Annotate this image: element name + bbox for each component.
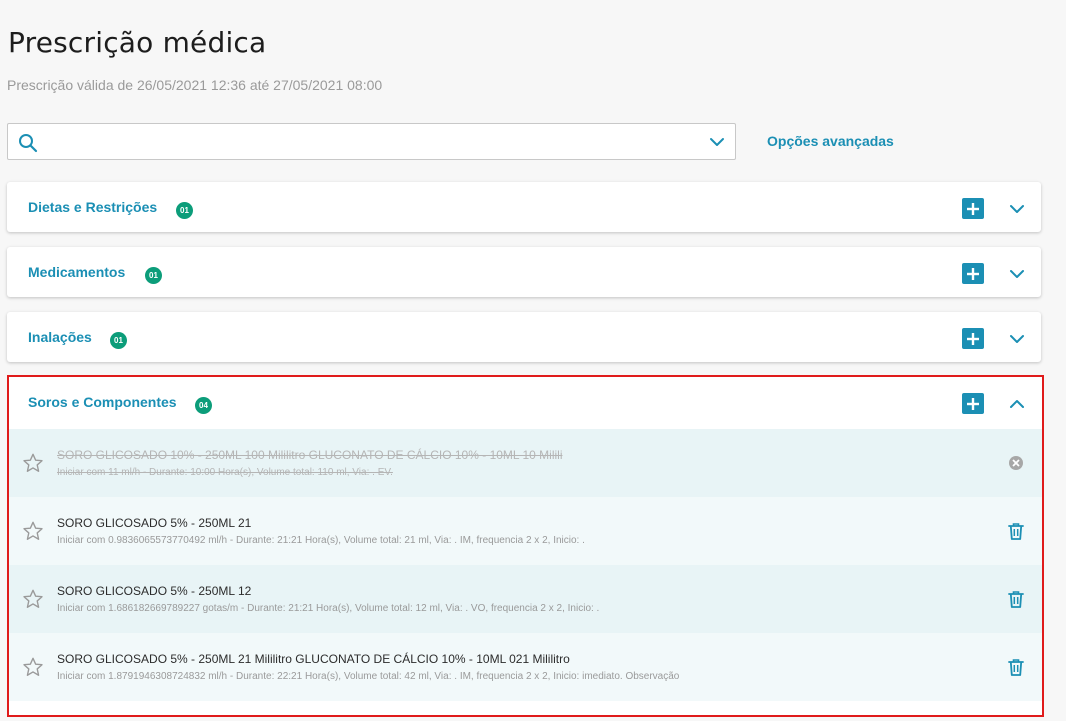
star-icon[interactable] bbox=[22, 452, 44, 474]
prescription-page: Prescrição médica Prescrição válida de 2… bbox=[0, 0, 1066, 721]
prescription-validity: Prescrição válida de 26/05/2021 12:36 at… bbox=[7, 77, 383, 93]
trash-icon[interactable] bbox=[1006, 521, 1026, 541]
item-detail: Iniciar com 11 ml/h - Durante: 10:00 Hor… bbox=[57, 467, 393, 478]
plus-icon bbox=[967, 203, 979, 215]
plus-icon bbox=[967, 398, 979, 410]
section-title: Dietas e Restrições bbox=[28, 199, 158, 215]
section-dietas[interactable]: Dietas e Restrições 01 bbox=[7, 182, 1041, 232]
star-icon[interactable] bbox=[22, 588, 44, 610]
section-title: Medicamentos bbox=[28, 264, 126, 280]
chevron-down-icon[interactable] bbox=[709, 135, 725, 149]
star-icon[interactable] bbox=[22, 656, 44, 678]
item-detail: Iniciar com 1.8791946308724832 ml/h - Du… bbox=[57, 671, 680, 682]
page-title: Prescrição médica bbox=[8, 26, 267, 59]
search-box[interactable] bbox=[7, 123, 736, 160]
star-icon[interactable] bbox=[22, 520, 44, 542]
section-title: Inalações bbox=[28, 329, 92, 345]
add-button[interactable] bbox=[962, 263, 984, 284]
trash-icon[interactable] bbox=[1006, 589, 1026, 609]
count-badge: 01 bbox=[110, 332, 127, 349]
plus-icon bbox=[967, 268, 979, 280]
section-soros-componentes: Soros e Componentes 04 SORO GLICOSADO 10… bbox=[7, 375, 1044, 717]
trash-icon[interactable] bbox=[1006, 657, 1026, 677]
chevron-down-icon[interactable] bbox=[1009, 203, 1025, 215]
section-inalacoes[interactable]: Inalações 01 bbox=[7, 312, 1041, 362]
item-detail: Iniciar com 0.9836065573770492 ml/h - Du… bbox=[57, 535, 585, 546]
list-item[interactable]: SORO GLICOSADO 10% - 250ML 100 Mililitro… bbox=[9, 429, 1042, 497]
item-title: SORO GLICOSADO 5% - 250ML 21 bbox=[57, 516, 252, 530]
item-detail: Iniciar com 1.686182669789227 gotas/m - … bbox=[57, 603, 600, 614]
section-title[interactable]: Soros e Componentes bbox=[28, 394, 177, 410]
item-title: SORO GLICOSADO 10% - 250ML 100 Mililitro… bbox=[57, 448, 563, 462]
chevron-down-icon[interactable] bbox=[1009, 333, 1025, 345]
add-button[interactable] bbox=[962, 198, 984, 219]
close-circle-icon[interactable] bbox=[1006, 453, 1026, 473]
item-title: SORO GLICOSADO 5% - 250ML 12 bbox=[57, 584, 252, 598]
add-button[interactable] bbox=[962, 328, 984, 349]
list-item[interactable]: SORO GLICOSADO 5% - 250ML 21 Iniciar com… bbox=[9, 497, 1042, 565]
search-input[interactable] bbox=[46, 130, 690, 156]
add-button[interactable] bbox=[962, 393, 984, 414]
search-icon bbox=[19, 134, 38, 153]
chevron-down-icon[interactable] bbox=[1009, 268, 1025, 280]
advanced-options-link[interactable]: Opções avançadas bbox=[767, 133, 894, 149]
chevron-up-icon[interactable] bbox=[1009, 398, 1025, 410]
plus-icon bbox=[967, 333, 979, 345]
section-medicamentos[interactable]: Medicamentos 01 bbox=[7, 247, 1041, 297]
item-title: SORO GLICOSADO 5% - 250ML 21 Mililitro G… bbox=[57, 652, 570, 666]
count-badge: 01 bbox=[145, 267, 162, 284]
list-item[interactable]: SORO GLICOSADO 5% - 250ML 21 Mililitro G… bbox=[9, 633, 1042, 701]
list-item[interactable]: SORO GLICOSADO 5% - 250ML 12 Iniciar com… bbox=[9, 565, 1042, 633]
count-badge: 01 bbox=[176, 202, 193, 219]
count-badge: 04 bbox=[195, 397, 212, 414]
